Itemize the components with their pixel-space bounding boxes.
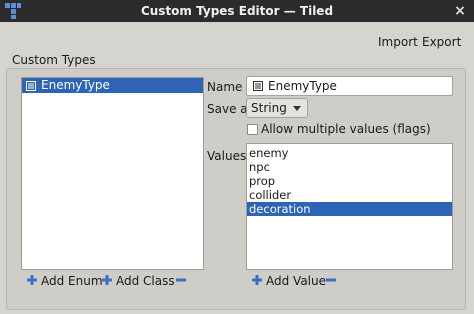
add-enum-label: Add Enum xyxy=(41,274,103,288)
save-as-select[interactable]: String xyxy=(246,98,308,118)
close-icon: × xyxy=(454,3,466,19)
value-item[interactable]: collider xyxy=(247,188,452,202)
allow-multiple-label: Allow multiple values (flags) xyxy=(261,122,431,136)
type-item-enemytype[interactable]: EnemyType xyxy=(22,78,203,93)
tiled-logo-icon xyxy=(4,2,22,20)
dialog-body: Import Export Custom Types EnemyType Nam… xyxy=(0,22,474,314)
value-item[interactable]: npc xyxy=(247,160,452,174)
add-value-button[interactable]: Add Value xyxy=(252,274,326,288)
add-enum-button[interactable]: Add Enum xyxy=(27,274,103,288)
name-value: EnemyType xyxy=(268,79,337,93)
name-label: Name xyxy=(207,80,243,94)
close-window-button[interactable]: × xyxy=(452,3,468,19)
add-value-label: Add Value xyxy=(266,274,326,288)
import-button[interactable]: Import xyxy=(378,35,418,49)
enum-icon xyxy=(253,81,263,91)
value-item[interactable]: enemy xyxy=(247,146,452,160)
title-bar: Custom Types Editor — Tiled × xyxy=(0,0,474,22)
remove-value-button[interactable] xyxy=(326,274,340,288)
chevron-down-icon xyxy=(293,106,301,111)
types-list[interactable]: EnemyType xyxy=(21,77,204,270)
type-item-label: EnemyType xyxy=(41,78,110,92)
value-item[interactable]: decoration xyxy=(247,202,452,216)
allow-multiple-checkbox[interactable] xyxy=(247,124,258,135)
value-item[interactable]: prop xyxy=(247,174,452,188)
add-class-label: Add Class xyxy=(116,274,175,288)
window-title: Custom Types Editor — Tiled xyxy=(140,4,334,18)
plus-icon xyxy=(27,274,37,288)
export-button[interactable]: Export xyxy=(422,35,461,49)
minus-icon xyxy=(176,274,186,288)
name-field[interactable]: EnemyType xyxy=(246,76,453,96)
plus-icon xyxy=(252,274,262,288)
plus-icon xyxy=(102,274,112,288)
enum-icon xyxy=(26,80,36,91)
add-class-button[interactable]: Add Class xyxy=(102,274,175,288)
save-as-value: String xyxy=(251,101,287,115)
group-title: Custom Types xyxy=(12,53,96,67)
values-list[interactable]: enemy npc prop collider decoration xyxy=(246,143,453,270)
minus-icon xyxy=(326,274,336,288)
values-label: Values xyxy=(207,149,247,163)
remove-type-button[interactable] xyxy=(176,274,190,288)
